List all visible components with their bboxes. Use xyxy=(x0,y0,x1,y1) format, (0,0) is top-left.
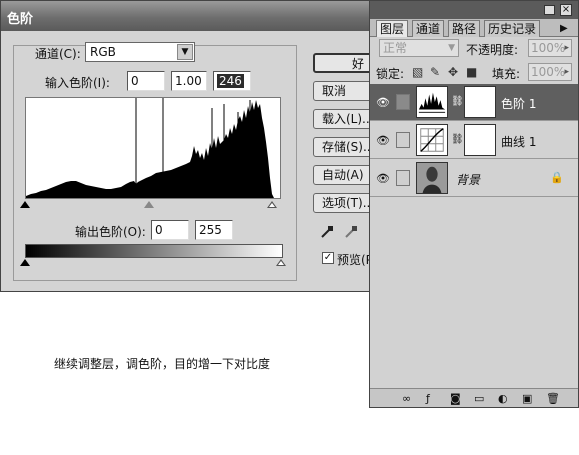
input-gamma-slider[interactable] xyxy=(144,201,154,208)
lock-icon: 🔒 xyxy=(550,171,564,184)
layer-name: 色阶 1 xyxy=(501,97,537,111)
layers-palette: × 图层 通道 路径 历史记录 ▶ 正常 ▼ 不透明度: 100% ▸ 锁定: … xyxy=(369,0,579,408)
tab-history[interactable]: 历史记录 xyxy=(484,20,541,37)
output-black-field[interactable]: 0 xyxy=(151,220,189,240)
lock-transparency-icon[interactable]: ▧ xyxy=(412,65,423,79)
layer-mask-thumb[interactable] xyxy=(464,86,496,118)
histogram xyxy=(25,97,281,199)
caption-text: 继续调整层，调色阶，目的增一下对比度 xyxy=(54,357,271,371)
layer-link-box[interactable] xyxy=(396,170,410,186)
opacity-value: 100% xyxy=(531,41,566,55)
blend-mode-value: 正常 xyxy=(383,41,408,55)
channel-value: RGB xyxy=(90,45,116,59)
chevron-right-icon: ▸ xyxy=(564,43,569,53)
dialog-title: 色阶 xyxy=(7,12,34,27)
black-eyedropper-icon[interactable] xyxy=(320,225,334,239)
lock-position-icon[interactable]: ✥ xyxy=(448,65,458,79)
lock-label: 锁定: xyxy=(376,67,405,81)
palette-bottom-bar: ∞ ƒ ◙ ▭ ◐ ▣ 🗑 xyxy=(370,388,578,407)
opacity-field[interactable]: 100% ▸ xyxy=(528,39,572,57)
chevron-right-icon: ▸ xyxy=(564,67,569,77)
histogram-graph xyxy=(26,98,274,198)
fill-value: 100% xyxy=(531,65,566,79)
eye-icon[interactable]: 👁 xyxy=(376,96,390,109)
chain-icon[interactable]: ⛓ xyxy=(451,134,464,145)
layer-row-curves[interactable]: 👁 ⛓ 曲线 1 xyxy=(370,122,578,159)
new-layer-icon[interactable]: ▣ xyxy=(522,392,532,405)
output-gradient-bar xyxy=(25,244,283,258)
layer-name: 曲线 1 xyxy=(501,135,537,149)
chevron-down-icon: ▼ xyxy=(177,44,193,60)
curves-adjustment-icon xyxy=(416,124,448,156)
tab-paths[interactable]: 路径 xyxy=(448,20,481,37)
input-gamma-field[interactable]: 1.00 xyxy=(171,71,207,91)
eye-icon[interactable]: 👁 xyxy=(376,172,390,185)
palette-title-bar[interactable]: × xyxy=(370,1,578,19)
input-white-field[interactable]: 246 xyxy=(213,71,251,91)
gray-eyedropper-icon[interactable] xyxy=(344,225,358,239)
new-group-icon[interactable]: ▭ xyxy=(474,392,484,405)
fill-field[interactable]: 100% ▸ xyxy=(528,63,572,81)
add-mask-icon[interactable]: ◙ xyxy=(450,392,461,405)
input-levels-label: 输入色阶(I): xyxy=(45,76,110,90)
input-white-value: 246 xyxy=(217,74,244,88)
histogram-shape xyxy=(26,100,274,198)
levels-adjustment-icon xyxy=(416,86,448,118)
layer-row-background[interactable]: 👁 背景 🔒 xyxy=(370,160,578,197)
trash-icon[interactable]: 🗑 xyxy=(546,392,560,405)
palette-tabs: 图层 通道 路径 历史记录 xyxy=(370,19,578,37)
dialog-title-bar[interactable]: 色阶 xyxy=(1,1,373,31)
layer-link-box[interactable] xyxy=(396,132,410,148)
photo-thumbnail xyxy=(416,162,448,194)
output-black-slider[interactable] xyxy=(20,259,30,266)
output-levels-label: 输出色阶(O): xyxy=(75,225,146,239)
input-black-slider[interactable] xyxy=(20,201,30,208)
channel-select[interactable]: RGB ▼ xyxy=(85,42,195,62)
preview-checkbox[interactable]: ✓ xyxy=(322,252,334,264)
layer-link-box[interactable] xyxy=(396,94,410,110)
output-white-field[interactable]: 255 xyxy=(195,220,233,240)
output-white-slider[interactable] xyxy=(276,259,286,266)
close-icon[interactable]: × xyxy=(560,4,572,16)
palette-menu-icon[interactable]: ▶ xyxy=(560,23,568,34)
chevron-down-icon: ▼ xyxy=(448,43,455,53)
chain-icon[interactable]: ⛓ xyxy=(451,96,464,107)
layer-mask-thumb[interactable] xyxy=(464,124,496,156)
eye-icon[interactable]: 👁 xyxy=(376,134,390,147)
levels-dialog: 色阶 通道(C): RGB ▼ 输入色阶(I): 0 1.00 246 输出色阶… xyxy=(0,0,383,292)
tab-channels[interactable]: 通道 xyxy=(412,20,445,37)
tab-layers[interactable]: 图层 xyxy=(376,20,409,37)
link-layers-icon[interactable]: ∞ xyxy=(402,392,411,405)
lock-all-icon[interactable]: ■ xyxy=(466,65,477,79)
layer-name: 背景 xyxy=(456,173,481,187)
input-white-slider[interactable] xyxy=(267,201,277,208)
fill-label: 填充: xyxy=(492,67,521,81)
input-black-field[interactable]: 0 xyxy=(127,71,165,91)
adjustment-layer-icon[interactable]: ◐ xyxy=(498,392,508,405)
layer-row-levels[interactable]: 👁 ⛓ 色阶 1 xyxy=(370,84,578,121)
blend-mode-select[interactable]: 正常 ▼ xyxy=(379,39,459,57)
opacity-label: 不透明度: xyxy=(466,43,519,57)
channel-label: 通道(C): xyxy=(35,47,81,61)
lock-pixels-icon[interactable]: ✎ xyxy=(430,65,440,79)
minimize-icon[interactable] xyxy=(544,5,555,15)
layer-style-icon[interactable]: ƒ xyxy=(426,392,430,405)
